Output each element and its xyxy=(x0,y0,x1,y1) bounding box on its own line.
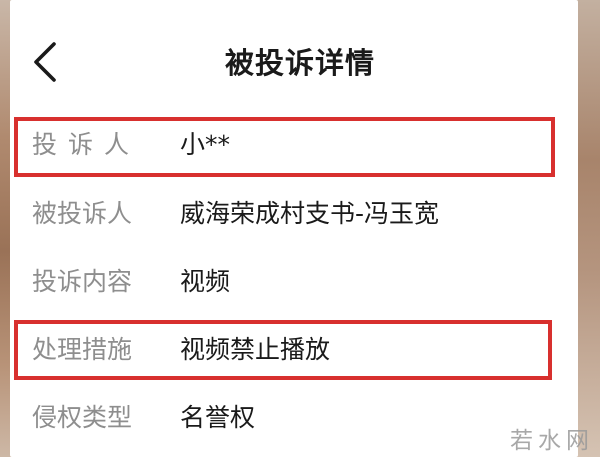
detail-label: 投诉人 xyxy=(32,130,141,159)
detail-value: 名誉权 xyxy=(180,403,256,432)
detail-row-measure: 处理措施 视频禁止播放 xyxy=(0,330,600,370)
detail-row-content: 投诉内容 视频 xyxy=(0,262,600,302)
detail-value: 视频禁止播放 xyxy=(180,335,331,364)
detail-label: 侵权类型 xyxy=(32,403,133,432)
detail-row-respondent: 被投诉人 威海荣成村支书-冯玉宽 xyxy=(0,194,600,234)
detail-label: 处理措施 xyxy=(32,335,133,364)
detail-value: 威海荣成村支书-冯玉宽 xyxy=(180,199,440,228)
detail-label: 投诉内容 xyxy=(32,267,133,296)
page-title: 被投诉详情 xyxy=(224,46,375,80)
detail-row-complainant: 投诉人 小** xyxy=(0,125,600,165)
watermark: 若水网 xyxy=(510,428,594,454)
detail-value: 视频 xyxy=(180,267,231,296)
detail-value: 小** xyxy=(180,130,231,159)
detail-label: 被投诉人 xyxy=(32,199,133,228)
